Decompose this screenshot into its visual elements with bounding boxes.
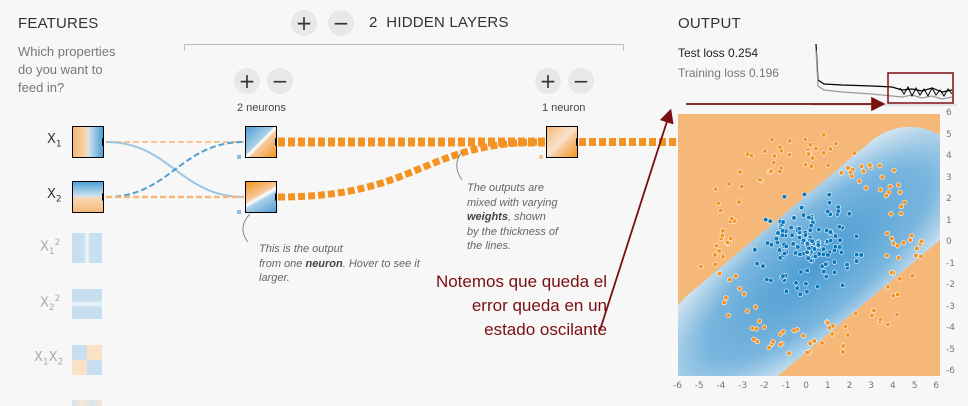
annotation-arrows [599, 96, 886, 331]
arrow-to-plot [599, 108, 674, 331]
